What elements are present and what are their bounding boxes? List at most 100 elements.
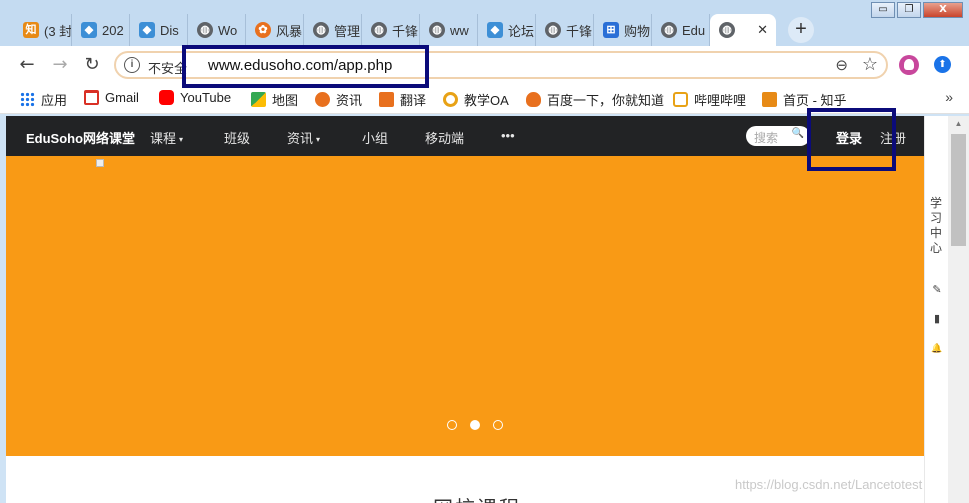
bell-icon[interactable]: 🔔 <box>931 342 943 354</box>
browser-tab[interactable]: ◍ 千锋 <box>362 14 420 46</box>
reload-icon[interactable]: ↻ <box>81 54 103 76</box>
login-link[interactable]: 登录 <box>836 128 862 147</box>
bookmark-news[interactable]: 资讯 <box>315 90 362 109</box>
bookmark-zhihu[interactable]: 首页 - 知乎 <box>762 90 847 109</box>
pencil-icon[interactable]: ✎ <box>931 284 943 296</box>
bookmark-star-icon[interactable]: ☆ <box>862 54 878 75</box>
tab-title: (3 封 <box>44 23 72 39</box>
back-icon[interactable]: ← <box>16 54 38 76</box>
extension-icon[interactable]: ⬆ <box>934 56 951 73</box>
globe-icon: ◍ <box>545 22 561 38</box>
restore-button[interactable]: ❐ <box>897 2 921 18</box>
bookmarks-bar: 应用 Gmail YouTube 地图 资讯 翻译 教学OA 百度一下，你就知道… <box>0 84 969 114</box>
watermark-text: https://blog.csdn.net/Lancetotest <box>735 477 923 492</box>
browser-tab[interactable]: ◍ 管理 <box>304 14 362 46</box>
cart-icon: ⊞ <box>603 22 619 38</box>
bookmark-oa[interactable]: 教学OA <box>443 90 509 109</box>
address-bar[interactable]: i 不安全 www.edusoho.com/app.php ⊖ ☆ <box>114 51 888 79</box>
tab-title: Dis <box>160 22 179 38</box>
search-icon[interactable]: 🔍 <box>792 128 804 139</box>
profile-avatar-icon[interactable] <box>899 55 919 75</box>
bookmark-apps[interactable]: 应用 <box>20 90 67 109</box>
browser-tab[interactable]: ◍ 千锋 <box>536 14 594 46</box>
globe-icon: ◍ <box>719 22 735 38</box>
tab-title: 202 <box>102 22 124 38</box>
bookmark-baidu[interactable]: 百度一下，你就知道 <box>526 90 664 109</box>
bookmark-label: 首页 - 知乎 <box>783 93 847 108</box>
paw-icon: ✿ <box>255 22 271 38</box>
browser-tab[interactable]: ◆ Dis <box>130 14 188 46</box>
tab-title: ww <box>450 22 469 38</box>
bookmark-translate[interactable]: 翻译 <box>379 90 426 109</box>
bookmark-label: 百度一下，你就知道 <box>547 93 665 108</box>
bookmarks-more-icon[interactable]: » <box>945 89 953 105</box>
close-window-button[interactable]: X <box>923 2 963 18</box>
nav-courses[interactable]: 课程 ▾ <box>150 128 183 147</box>
window-controls: ▭ ❐ X <box>871 2 963 18</box>
browser-tab[interactable]: ◍ Wo <box>188 14 246 46</box>
browser-tab[interactable]: ✿ 风暴 <box>246 14 304 46</box>
carousel-dot[interactable] <box>447 420 457 430</box>
active-tab[interactable]: ◍ ✕ <box>710 14 776 46</box>
page-viewport: EduSoho网络课堂 课程 ▾ 班级 资讯 ▾ 小组 移动端 ••• 搜索 🔍 登… <box>6 116 924 503</box>
bookmark-label: 地图 <box>272 93 299 108</box>
book-icon[interactable]: ▮ <box>931 313 943 325</box>
bookmark-label: YouTube <box>180 90 232 105</box>
url-text[interactable]: www.edusoho.com/app.php <box>208 57 392 74</box>
tab-title: Edu <box>682 22 706 38</box>
security-label[interactable]: 不安全 <box>148 58 187 77</box>
forward-icon[interactable]: → <box>49 54 71 76</box>
oa-icon <box>443 92 458 107</box>
globe-icon: ◍ <box>429 22 445 38</box>
tab-title: 千锋 <box>566 23 593 39</box>
chevron-down-icon: ▾ <box>316 135 321 145</box>
youtube-icon <box>159 90 174 105</box>
site-logo[interactable]: EduSoho网络课堂 <box>26 128 135 147</box>
shield-icon: ◆ <box>81 22 97 38</box>
zhihu-icon: 知 <box>23 22 39 38</box>
shield-icon: ◆ <box>139 22 155 38</box>
tab-title: Wo <box>218 22 238 38</box>
bookmark-bilibili[interactable]: 哔哩哔哩 <box>673 90 746 109</box>
nav-classes[interactable]: 班级 <box>224 128 250 147</box>
nav-news[interactable]: 资讯 ▾ <box>287 128 320 147</box>
learning-center-link[interactable]: 学习中心 <box>930 196 942 256</box>
zhihu-icon <box>762 92 777 107</box>
nav-mobile[interactable]: 移动端 <box>425 128 464 147</box>
carousel-dot[interactable] <box>493 420 503 430</box>
browser-tab[interactable]: 知 (3 封 <box>14 14 72 46</box>
nav-more[interactable]: ••• <box>501 128 515 143</box>
browser-tab[interactable]: ⊞ 购物 <box>594 14 652 46</box>
scroll-up-icon[interactable]: ▲ <box>948 116 969 132</box>
carousel-dots <box>447 420 503 430</box>
browser-tab[interactable]: ◍ ww <box>420 14 478 46</box>
section-title: 网校课程 <box>433 492 521 503</box>
maps-icon <box>251 92 266 107</box>
tab-close-icon[interactable]: ✕ <box>757 22 768 38</box>
browser-tab[interactable]: ◆ 论坛 <box>478 14 536 46</box>
site-search-input[interactable]: 搜索 🔍 <box>746 126 810 146</box>
bookmark-youtube[interactable]: YouTube <box>159 90 231 105</box>
bookmark-maps[interactable]: 地图 <box>251 90 298 109</box>
info-icon[interactable]: i <box>124 57 140 73</box>
bookmark-label: 应用 <box>41 93 68 108</box>
globe-icon: ◍ <box>661 22 677 38</box>
bookmark-gmail[interactable]: Gmail <box>84 90 139 105</box>
globe-icon: ◍ <box>371 22 387 38</box>
register-link[interactable]: 注册 <box>880 128 906 147</box>
nav-label: 资讯 <box>287 131 314 146</box>
page-scrollbar[interactable]: ▲ <box>948 116 969 503</box>
broken-image-icon <box>96 159 104 167</box>
browser-tab[interactable]: ◆ 202 <box>72 14 130 46</box>
new-tab-button[interactable]: + <box>788 17 814 43</box>
zoom-icon[interactable]: ⊖ <box>835 56 848 74</box>
site-navbar: EduSoho网络课堂 课程 ▾ 班级 资讯 ▾ 小组 移动端 ••• 搜索 🔍 登… <box>6 116 924 156</box>
hero-banner[interactable] <box>6 156 924 456</box>
scrollbar-thumb[interactable] <box>951 134 966 246</box>
shield-icon: ◆ <box>487 22 503 38</box>
nav-groups[interactable]: 小组 <box>362 128 388 147</box>
minimize-button[interactable]: ▭ <box>871 2 895 18</box>
browser-tab[interactable]: ◍ Edu <box>652 14 710 46</box>
globe-icon: ◍ <box>313 22 329 38</box>
carousel-dot-active[interactable] <box>470 420 480 430</box>
